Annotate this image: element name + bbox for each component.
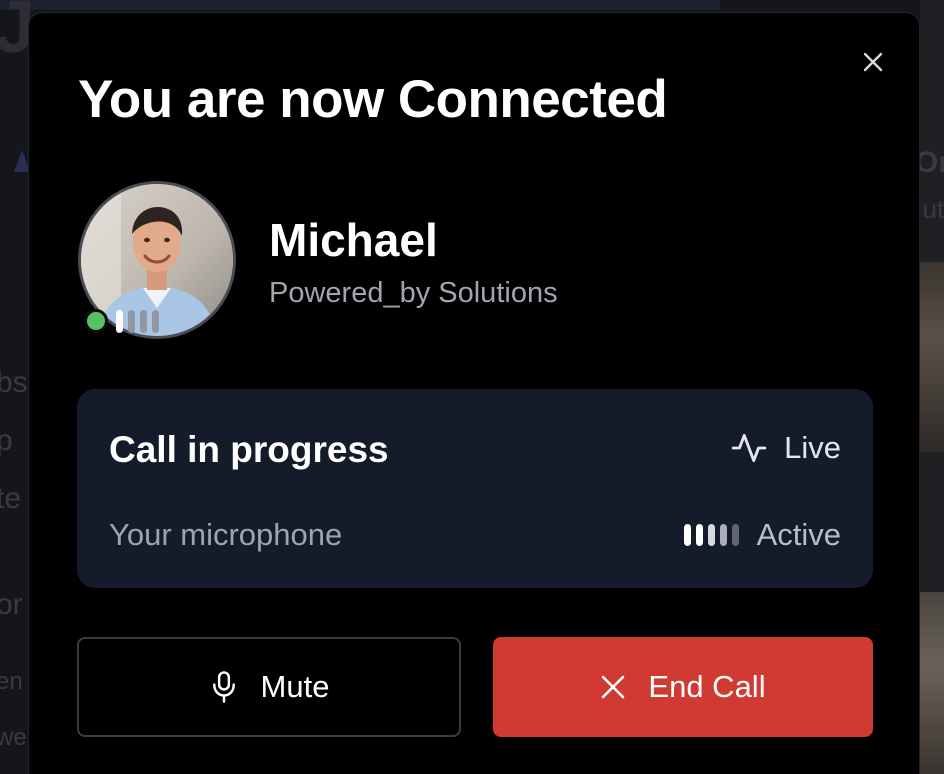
speaking-bar bbox=[152, 310, 159, 333]
speaking-indicator bbox=[116, 310, 159, 333]
speaking-bar bbox=[140, 310, 147, 333]
microphone-label: Your microphone bbox=[109, 517, 343, 552]
call-status-title: Call in progress bbox=[109, 429, 389, 470]
activity-pulse-icon bbox=[731, 433, 767, 463]
background-sidebar bbox=[920, 0, 944, 774]
background-text: te bbox=[0, 482, 22, 515]
background-image bbox=[920, 592, 944, 774]
contact-avatar-group bbox=[78, 181, 236, 339]
close-icon bbox=[863, 52, 883, 72]
live-indicator: Live bbox=[730, 429, 841, 467]
end-call-button[interactable]: End Call bbox=[493, 637, 873, 737]
speaking-bar bbox=[116, 310, 123, 333]
mute-button[interactable]: Mute bbox=[77, 637, 461, 737]
level-bar bbox=[695, 524, 703, 546]
close-button[interactable] bbox=[858, 47, 888, 77]
background-text: p bbox=[0, 424, 13, 457]
level-bar bbox=[707, 524, 715, 546]
call-status-card: Call in progress Live Your microphone Ac… bbox=[77, 389, 873, 588]
online-status-dot bbox=[84, 309, 108, 333]
background-text: en bbox=[0, 668, 23, 695]
contact-name: Michael bbox=[269, 214, 438, 266]
background-text: we bbox=[0, 724, 27, 751]
microphone-level-meter bbox=[683, 524, 739, 546]
background-text: bs bbox=[0, 366, 28, 399]
microphone-status: Active bbox=[683, 517, 841, 553]
level-bar bbox=[731, 524, 739, 546]
level-bar bbox=[683, 524, 691, 546]
level-bar bbox=[719, 524, 727, 546]
end-call-button-label: End Call bbox=[648, 669, 766, 704]
microphone-icon bbox=[212, 671, 235, 703]
background-text: or bbox=[0, 588, 23, 621]
speaking-bar bbox=[128, 310, 135, 333]
modal-title: You are now Connected bbox=[78, 70, 668, 129]
background-header bbox=[0, 0, 720, 10]
background-text: uti bbox=[922, 194, 944, 224]
background-image bbox=[920, 262, 944, 452]
connected-call-modal: You are now Connected Michael Powered_by… bbox=[28, 12, 920, 774]
microphone-status-label: Active bbox=[756, 517, 841, 552]
contact-company: Powered_by Solutions bbox=[269, 277, 558, 309]
live-label: Live bbox=[784, 430, 841, 465]
mute-button-label: Mute bbox=[260, 669, 330, 704]
close-icon bbox=[602, 675, 625, 699]
